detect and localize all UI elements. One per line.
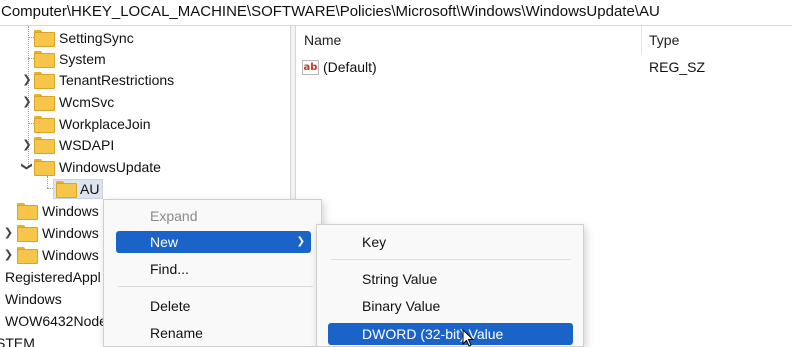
menu-item-delete[interactable]: Delete — [108, 295, 318, 317]
folder-icon — [34, 30, 55, 47]
menu-item-rename[interactable]: Rename — [108, 322, 318, 344]
tree-item-au[interactable]: AU — [53, 178, 104, 199]
new-submenu: Key String Value Binary Value DWORD (32-… — [316, 224, 584, 347]
tree-item-tenantrestrictions[interactable]: ❯ TenantRestrictions — [20, 69, 174, 90]
tree-item-label: WorkplaceJoin — [59, 115, 151, 132]
tree-item-wcmsvc[interactable]: ❯ WcmSvc — [20, 91, 114, 112]
address-bar[interactable]: Computer\HKEY_LOCAL_MACHINE\SOFTWARE\Pol… — [0, 0, 792, 26]
context-menu: Expand New ❯ Find... Delete Rename — [103, 199, 322, 347]
value-row-default[interactable]: ab (Default) — [302, 56, 377, 78]
tree-item-workplacejoin[interactable]: WorkplaceJoin — [20, 113, 151, 134]
folder-icon — [34, 51, 55, 68]
folder-icon — [34, 72, 55, 89]
selected-node: AU — [53, 178, 104, 199]
submenu-item-binary-value[interactable]: Binary Value — [321, 295, 579, 317]
menu-separator — [118, 286, 313, 287]
menu-separator — [331, 259, 571, 260]
tree-item-windows-3[interactable]: ❯ Windows — [0, 244, 99, 265]
chevron-right-icon: ❯ — [296, 236, 305, 247]
tree-item-label: Windows — [42, 224, 99, 241]
folder-icon — [34, 137, 55, 154]
tree-item-windows-1[interactable]: Windows — [0, 200, 99, 221]
value-name: (Default) — [323, 59, 377, 75]
tree-item-label: RegisteredAppl — [5, 268, 101, 285]
ab-string-icon: ab — [302, 59, 319, 75]
chevron-right-icon[interactable]: ❯ — [20, 138, 34, 151]
tree-item-label: TenantRestrictions — [59, 71, 175, 88]
address-path: Computer\HKEY_LOCAL_MACHINE\SOFTWARE\Pol… — [1, 3, 660, 20]
tree-item-label: SettingSync — [59, 29, 134, 46]
tree-item-windows-2[interactable]: ❯ Windows — [0, 222, 99, 243]
menu-item-expand[interactable]: Expand — [108, 205, 318, 227]
tree-item-label: WSDAPI — [59, 136, 115, 153]
folder-icon — [17, 225, 38, 242]
chevron-right-icon[interactable]: ❯ — [0, 248, 17, 261]
tree-item-system-root[interactable]: STEM — [0, 332, 35, 347]
folder-icon — [34, 159, 55, 176]
submenu-item-key[interactable]: Key — [321, 231, 579, 253]
value-type-default: REG_SZ — [649, 56, 705, 78]
menu-item-find[interactable]: Find... — [108, 258, 318, 280]
tree-item-label: AU — [80, 180, 100, 197]
folder-icon — [17, 203, 38, 220]
tree-item-label: Windows — [42, 246, 99, 263]
tree-item-wow6432node[interactable]: WOW6432Node — [5, 310, 107, 331]
folder-icon — [17, 247, 38, 264]
tree-item-registeredappl[interactable]: RegisteredAppl — [5, 266, 101, 287]
mouse-pointer-icon — [462, 329, 475, 347]
tree-item-system[interactable]: System — [20, 48, 106, 69]
tree-item-label: System — [59, 50, 106, 67]
tree-item-label: Windows — [5, 290, 62, 307]
value-type: REG_SZ — [649, 59, 706, 75]
menu-item-new[interactable]: New ❯ — [116, 231, 311, 253]
tree-item-windows-4[interactable]: Windows — [5, 288, 62, 309]
chevron-right-icon[interactable]: ❯ — [0, 226, 17, 239]
tree-item-label: Windows — [42, 202, 99, 219]
tree-item-label: WindowsUpdate — [59, 158, 161, 175]
column-divider[interactable] — [641, 26, 642, 54]
chevron-right-icon[interactable]: ❯ — [20, 73, 34, 86]
folder-icon — [34, 94, 55, 111]
chevron-down-icon[interactable]: ❯ — [21, 160, 34, 174]
tree-item-label: WcmSvc — [59, 93, 115, 110]
chevron-right-icon[interactable]: ❯ — [20, 95, 34, 108]
submenu-item-string-value[interactable]: String Value — [321, 268, 579, 290]
tree-item-wsdapi[interactable]: ❯ WSDAPI — [20, 134, 114, 155]
submenu-item-dword-value[interactable]: DWORD (32-bit) Value — [328, 323, 573, 345]
tree-item-windowsupdate[interactable]: ❯ WindowsUpdate — [20, 156, 161, 177]
folder-icon — [34, 116, 55, 133]
tree-item-label: STEM — [0, 334, 35, 347]
tree-item-label: WOW6432Node — [5, 312, 107, 329]
tree-item-settingsync[interactable]: SettingSync — [20, 27, 134, 48]
column-header-name[interactable]: Name — [304, 26, 341, 54]
folder-icon — [56, 181, 77, 198]
column-header-type[interactable]: Type — [649, 26, 679, 54]
